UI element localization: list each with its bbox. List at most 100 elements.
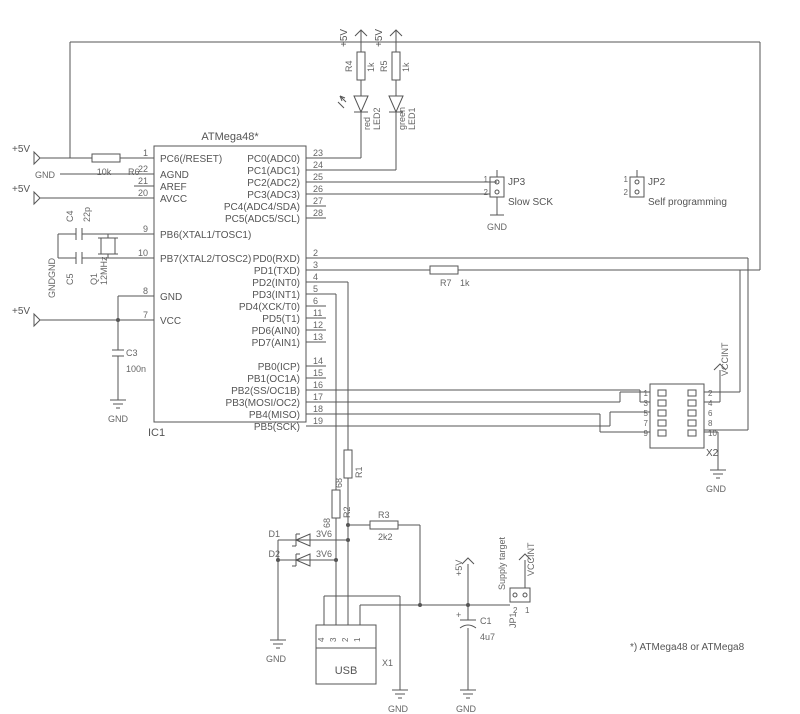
svg-text:PD7(AIN1): PD7(AIN1) bbox=[252, 338, 300, 349]
svg-text:PD0(RXD): PD0(RXD) bbox=[253, 254, 300, 265]
svg-text:LED1: LED1 bbox=[407, 107, 417, 130]
svg-text:+5V: +5V bbox=[12, 144, 30, 155]
svg-text:22p: 22p bbox=[82, 207, 92, 222]
svg-text:3: 3 bbox=[313, 260, 318, 270]
svg-text:PD2(INT0): PD2(INT0) bbox=[252, 278, 300, 289]
svg-text:25: 25 bbox=[313, 172, 323, 182]
svg-text:Q1: Q1 bbox=[89, 273, 99, 285]
svg-text:PC4(ADC4/SDA): PC4(ADC4/SDA) bbox=[224, 202, 300, 213]
svg-text:VCCINT: VCCINT bbox=[526, 542, 536, 576]
svg-text:2: 2 bbox=[624, 188, 629, 197]
svg-text:18: 18 bbox=[313, 404, 323, 414]
vcc-gnd-block: +5V C3100n GND bbox=[12, 296, 146, 424]
svg-text:C4: C4 bbox=[65, 210, 75, 222]
svg-text:26: 26 bbox=[313, 184, 323, 194]
svg-text:PD1(TXD): PD1(TXD) bbox=[254, 266, 300, 277]
svg-text:Slow SCK: Slow SCK bbox=[508, 197, 553, 208]
svg-text:VCC: VCC bbox=[160, 316, 181, 327]
svg-text:+: + bbox=[456, 610, 461, 620]
svg-text:PB5(SCK): PB5(SCK) bbox=[254, 422, 300, 433]
svg-text:PB1(OC1A): PB1(OC1A) bbox=[247, 374, 300, 385]
svg-text:+5V: +5V bbox=[12, 306, 30, 317]
svg-text:GND: GND bbox=[160, 292, 182, 303]
svg-text:PD5(T1): PD5(T1) bbox=[262, 314, 300, 325]
svg-text:13: 13 bbox=[313, 332, 323, 342]
svg-text:+5V: +5V bbox=[12, 184, 30, 195]
svg-text:R6: R6 bbox=[128, 167, 140, 177]
svg-text:28: 28 bbox=[313, 208, 323, 218]
svg-text:D1: D1 bbox=[268, 529, 280, 539]
svg-text:3V6: 3V6 bbox=[316, 529, 332, 539]
svg-text:4: 4 bbox=[313, 272, 318, 282]
led-block: +5V +5V R41k R51k LED2red LED1green bbox=[326, 29, 417, 170]
svg-text:68: 68 bbox=[322, 518, 332, 528]
svg-text:17: 17 bbox=[313, 392, 323, 402]
svg-text:red: red bbox=[362, 117, 372, 130]
r6-block: 10k R6 +5V GND +5V bbox=[12, 42, 760, 270]
svg-text:+5V: +5V bbox=[339, 29, 350, 47]
svg-text:1: 1 bbox=[143, 148, 148, 158]
svg-text:PC6(/RESET): PC6(/RESET) bbox=[160, 154, 222, 165]
svg-text:R1: R1 bbox=[354, 466, 364, 478]
xtal-block: Q112MHz C4 22p C5 GNDGND bbox=[47, 207, 134, 298]
svg-text:Self programming: Self programming bbox=[648, 197, 727, 208]
svg-text:GND: GND bbox=[388, 704, 409, 714]
svg-text:VCCINT: VCCINT bbox=[720, 342, 730, 376]
svg-text:16: 16 bbox=[313, 380, 323, 390]
svg-text:PB6(XTAL1/TOSC1): PB6(XTAL1/TOSC1) bbox=[160, 230, 251, 241]
svg-text:11: 11 bbox=[313, 308, 322, 318]
svg-text:4u7: 4u7 bbox=[480, 632, 495, 642]
svg-text:27: 27 bbox=[313, 196, 323, 206]
svg-text:PB7(XTAL2/TOSC2): PB7(XTAL2/TOSC2) bbox=[160, 254, 251, 265]
pins-left-group2: 9 PB6(XTAL1/TOSC1) 10 PB7(XTAL2/TOSC2) bbox=[134, 224, 251, 265]
svg-text:21: 21 bbox=[138, 176, 148, 186]
ic-ref: IC1 bbox=[148, 427, 165, 439]
svg-text:C5: C5 bbox=[65, 273, 75, 285]
svg-text:20: 20 bbox=[138, 188, 148, 198]
svg-text:AVCC: AVCC bbox=[160, 194, 187, 205]
svg-text:GNDGND: GNDGND bbox=[47, 258, 57, 298]
svg-text:GND: GND bbox=[108, 414, 129, 424]
svg-text:GND: GND bbox=[706, 484, 727, 494]
svg-text:Supply target: Supply target bbox=[497, 536, 507, 590]
svg-text:15: 15 bbox=[313, 368, 323, 378]
svg-text:USB: USB bbox=[335, 665, 358, 677]
svg-text:PD3(INT1): PD3(INT1) bbox=[252, 290, 300, 301]
svg-text:R4: R4 bbox=[344, 60, 354, 72]
svg-text:9: 9 bbox=[644, 429, 649, 438]
pins-right-pb: 14PB0(ICP) 15PB1(OC1A) 16PB2(SS/OC1B) 17… bbox=[226, 356, 326, 433]
svg-text:green: green bbox=[397, 107, 407, 130]
svg-text:LED2: LED2 bbox=[372, 107, 382, 130]
svg-text:10k: 10k bbox=[97, 167, 112, 177]
svg-text:1: 1 bbox=[353, 637, 362, 642]
ic-title: ATMega48* bbox=[201, 131, 259, 143]
svg-text:JP3: JP3 bbox=[508, 177, 526, 188]
svg-text:PB3(MOSI/OC2): PB3(MOSI/OC2) bbox=[226, 398, 300, 409]
svg-text:3: 3 bbox=[329, 637, 338, 642]
x2-connector: 12 34 56 78 910 X2 VCCINT GND bbox=[326, 342, 748, 494]
svg-text:GND: GND bbox=[487, 222, 508, 232]
svg-text:GND: GND bbox=[35, 170, 56, 180]
svg-text:2: 2 bbox=[341, 637, 350, 642]
svg-text:24: 24 bbox=[313, 160, 323, 170]
svg-text:2k2: 2k2 bbox=[378, 532, 393, 542]
svg-text:4: 4 bbox=[317, 637, 326, 642]
svg-text:1k: 1k bbox=[460, 278, 470, 288]
svg-text:PB4(MISO): PB4(MISO) bbox=[249, 410, 300, 421]
svg-text:9: 9 bbox=[143, 224, 148, 234]
svg-text:AGND: AGND bbox=[160, 170, 189, 181]
svg-text:PC5(ADC5/SCL): PC5(ADC5/SCL) bbox=[225, 214, 300, 225]
svg-text:X2: X2 bbox=[706, 448, 719, 459]
svg-text:12MHz: 12MHz bbox=[99, 256, 109, 285]
svg-text:C1: C1 bbox=[480, 616, 492, 626]
pins-left-group1: 1PC6(/RESET) 22AGND 21AREF 20AVCC bbox=[134, 148, 222, 205]
svg-text:R3: R3 bbox=[378, 510, 390, 520]
svg-text:AREF: AREF bbox=[160, 182, 187, 193]
svg-text:5: 5 bbox=[313, 284, 318, 294]
svg-text:7: 7 bbox=[143, 310, 148, 320]
svg-text:10: 10 bbox=[138, 248, 148, 258]
svg-text:PC3(ADC3): PC3(ADC3) bbox=[247, 190, 300, 201]
svg-text:R7: R7 bbox=[440, 278, 452, 288]
svg-text:19: 19 bbox=[313, 416, 323, 426]
svg-text:14: 14 bbox=[313, 356, 323, 366]
